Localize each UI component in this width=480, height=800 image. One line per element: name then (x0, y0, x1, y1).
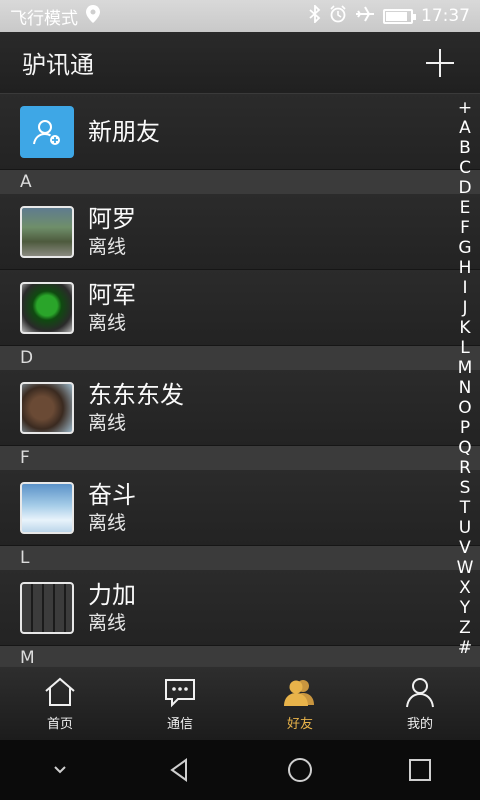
index-letter[interactable]: M (458, 358, 473, 378)
chat-icon (165, 679, 195, 708)
index-letter[interactable]: X (459, 578, 471, 598)
battery-icon (383, 8, 416, 24)
contact-status: 离线 (88, 311, 127, 334)
contact-name: 奋斗 (88, 480, 136, 509)
tab-home[interactable]: 首页 (0, 667, 120, 740)
contact-row[interactable]: 阿军 离线 (0, 270, 480, 346)
contact-list[interactable]: 新朋友 A 阿罗 离线 阿军 离线 D 东东东发 离线 F 奋斗 离线 L 力加… (0, 94, 480, 666)
index-letter[interactable]: Q (458, 438, 471, 458)
profile-icon (406, 678, 434, 708)
section-header-d: D (0, 346, 480, 370)
avatar (20, 481, 74, 534)
contact-row[interactable]: 东东东发 离线 (0, 370, 480, 446)
section-header-a: A (0, 170, 480, 194)
add-friend-icon (20, 105, 74, 158)
new-friend-row[interactable]: 新朋友 (0, 94, 480, 170)
tab-profile[interactable]: 我的 (360, 667, 480, 740)
carrier-label: 飞行模式 (10, 8, 78, 29)
contact-row[interactable]: 力加 离线 (0, 570, 480, 646)
index-letter[interactable]: K (459, 318, 470, 338)
bottom-tab-bar: 首页 通信 好友 我的 (0, 666, 480, 740)
new-friend-label: 新朋友 (88, 117, 160, 146)
avatar (20, 205, 74, 258)
index-letter[interactable]: S (460, 478, 471, 498)
index-letter[interactable]: T (460, 498, 470, 518)
index-letter[interactable]: V (459, 538, 471, 558)
home-icon (45, 677, 75, 706)
avatar (20, 581, 74, 634)
index-letter[interactable]: B (459, 138, 471, 158)
contact-name: 阿军 (88, 280, 136, 309)
index-letter[interactable]: G (458, 238, 471, 258)
contact-status: 离线 (88, 511, 127, 534)
contact-name: 阿罗 (88, 204, 136, 233)
index-letter[interactable]: Y (460, 598, 470, 618)
contact-row[interactable]: 奋斗 离线 (0, 470, 480, 546)
tab-label: 我的 (406, 717, 433, 732)
contact-status: 离线 (88, 235, 127, 258)
alarm-icon (329, 5, 347, 27)
index-letter[interactable]: E (460, 198, 471, 218)
index-letter[interactable]: U (459, 518, 471, 538)
contact-status: 离线 (88, 611, 127, 634)
contact-status: 离线 (88, 411, 127, 434)
index-letter[interactable]: I (462, 278, 467, 298)
index-letter[interactable]: R (459, 458, 471, 478)
index-letter[interactable]: C (459, 158, 471, 178)
section-header-m: M (0, 646, 480, 666)
status-bar: 飞行模式 17:37 (0, 0, 480, 32)
bluetooth-icon (309, 3, 321, 27)
avatar (20, 281, 74, 334)
back-icon[interactable] (150, 750, 210, 790)
contact-row[interactable]: 阿罗 离线 (0, 194, 480, 270)
index-letter[interactable]: O (458, 398, 471, 418)
airplane-icon (355, 5, 375, 27)
app-header: 驴讯通 (0, 32, 480, 94)
contact-name: 东东东发 (88, 380, 184, 409)
section-header-f: F (0, 446, 480, 470)
contact-name: 力加 (88, 580, 136, 609)
alphabet-index[interactable]: + A B C D E F G H I J K L M N O P Q R S T U V W X Y Z # (456, 98, 474, 658)
tab-label: 通信 (166, 717, 193, 732)
tab-label: 首页 (46, 717, 73, 732)
tab-friends[interactable]: 好友 (240, 667, 360, 740)
avatar (20, 381, 74, 434)
index-letter[interactable]: P (460, 418, 470, 438)
system-nav-bar (0, 740, 480, 800)
page-title: 驴讯通 (22, 51, 94, 79)
index-letter[interactable]: # (458, 638, 472, 658)
index-letter[interactable]: H (459, 258, 472, 278)
index-letter[interactable]: J (462, 298, 467, 318)
index-letter[interactable]: Z (459, 618, 471, 638)
plus-icon[interactable] (422, 45, 458, 81)
index-letter[interactable]: F (460, 218, 470, 238)
recents-icon[interactable] (390, 750, 450, 790)
index-letter[interactable]: D (458, 178, 471, 198)
clock: 17:37 (421, 6, 470, 26)
index-letter[interactable]: A (459, 118, 471, 138)
index-letter[interactable]: N (459, 378, 472, 398)
tab-label: 好友 (286, 717, 313, 732)
index-letter[interactable]: L (460, 338, 469, 358)
home-circle-icon[interactable] (270, 750, 330, 790)
index-letter[interactable]: W (457, 558, 474, 578)
tab-chat[interactable]: 通信 (120, 667, 240, 740)
friends-icon (284, 680, 314, 706)
location-icon (86, 5, 100, 27)
chevron-down-icon[interactable] (30, 750, 90, 790)
section-header-l: L (0, 546, 480, 570)
index-letter[interactable]: + (458, 98, 472, 118)
